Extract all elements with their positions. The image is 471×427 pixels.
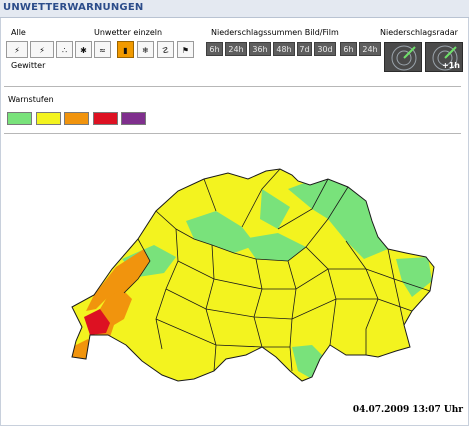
warning-level-1-swatch[interactable] bbox=[7, 112, 32, 125]
film-6h-button[interactable]: 6h bbox=[340, 42, 357, 56]
warning-level-2-swatch[interactable] bbox=[36, 112, 61, 125]
thunderstorm-label: Gewitter bbox=[11, 61, 46, 70]
thunderstorm-icon[interactable]: ⚡ bbox=[30, 41, 54, 58]
warning-level-4-swatch[interactable] bbox=[93, 112, 118, 125]
title-bar: UNWETTERWARNUNGEN bbox=[0, 0, 469, 18]
frost-icon[interactable]: ❄ bbox=[137, 41, 154, 58]
rain-icon[interactable]: ∴ bbox=[56, 41, 73, 58]
warning-level-3-swatch[interactable] bbox=[64, 112, 89, 125]
slippery-road-icon[interactable]: ☡ bbox=[157, 41, 174, 58]
timestamp: 04.07.2009 13:07 Uhr bbox=[352, 405, 463, 415]
snow-icon[interactable]: ✱ bbox=[75, 41, 92, 58]
divider bbox=[4, 86, 461, 87]
heat-icon[interactable]: ▮ bbox=[117, 41, 134, 58]
precip-sums-label: Niederschlagssummen Bild/Film bbox=[211, 28, 339, 37]
divider bbox=[4, 133, 461, 134]
sum-7d-button[interactable]: 7d bbox=[297, 42, 312, 56]
single-warnings-label: Unwetter einzeln bbox=[94, 28, 163, 37]
sum-30d-button[interactable]: 30d bbox=[314, 42, 336, 56]
all-label: Alle bbox=[11, 28, 26, 37]
radar-now-button[interactable] bbox=[384, 42, 422, 72]
sum-48h-button[interactable]: 48h bbox=[273, 42, 295, 56]
switzerland-warning-map[interactable] bbox=[66, 149, 444, 395]
radar-plus1h-button[interactable]: +1h bbox=[425, 42, 463, 72]
legend-title: Warnstufen bbox=[8, 95, 54, 104]
sum-36h-button[interactable]: 36h bbox=[249, 42, 271, 56]
sum-24h-button[interactable]: 24h bbox=[225, 42, 247, 56]
wind-icon[interactable]: ≈ bbox=[94, 41, 111, 58]
radar-label: Niederschlagsradar bbox=[380, 28, 458, 37]
radar-icon bbox=[391, 45, 417, 71]
all-warnings-icon[interactable]: ⚡︎ bbox=[6, 41, 28, 58]
film-24h-button[interactable]: 24h bbox=[359, 42, 381, 56]
warning-level-5-swatch[interactable] bbox=[121, 112, 146, 125]
sum-6h-button[interactable]: 6h bbox=[206, 42, 223, 56]
radar-plus1h-label: +1h bbox=[442, 61, 460, 70]
page-title: UNWETTERWARNUNGEN bbox=[3, 2, 144, 13]
storm-icon[interactable]: ⚑ bbox=[177, 41, 194, 58]
